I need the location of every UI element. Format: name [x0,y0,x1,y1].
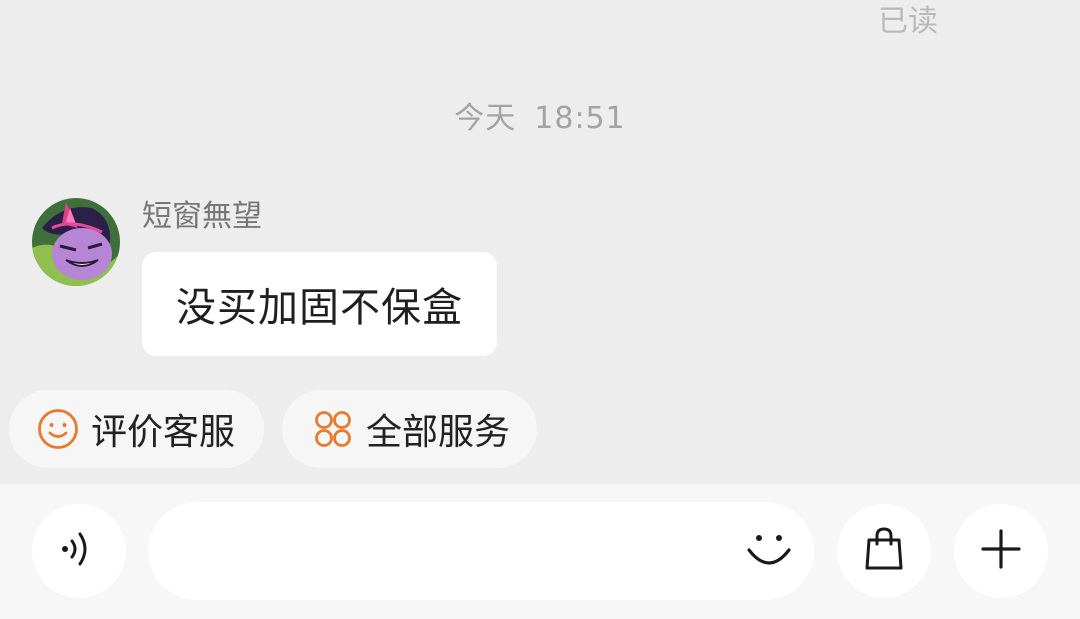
more-button[interactable] [954,504,1048,598]
message-text: 没买加固不保盒 [176,285,463,331]
voice-wave-icon [57,527,101,575]
chat-area[interactable]: 已读 今天 18:51 短窗無望 没买加固不保盒 评价客服 全部服务 [0,0,1080,484]
four-circles-icon [312,408,354,450]
plus-icon [979,527,1023,575]
time-divider-time: 18:51 [534,101,626,136]
message-input[interactable] [182,502,746,602]
time-divider-day: 今天 [454,101,517,136]
read-status: 已读 [878,4,938,39]
message-bubble[interactable]: 没买加固不保盒 [142,252,497,356]
shop-button[interactable] [837,504,931,598]
smiley-face-icon [37,408,79,450]
emoji-button[interactable] [744,526,794,576]
shopping-bag-icon [859,524,909,578]
smiley-icon [744,524,794,578]
input-bar [0,484,1080,619]
rate-service-button[interactable]: 评价客服 [9,390,264,468]
sender-name: 短窗無望 [142,199,262,234]
time-divider: 今天 18:51 [0,98,1080,140]
all-services-label: 全部服务 [366,412,511,453]
message-input-box[interactable] [148,502,814,602]
rate-service-label: 评价客服 [91,412,236,453]
voice-button[interactable] [32,504,126,598]
all-services-button[interactable]: 全部服务 [282,390,537,468]
avatar[interactable] [32,198,120,286]
